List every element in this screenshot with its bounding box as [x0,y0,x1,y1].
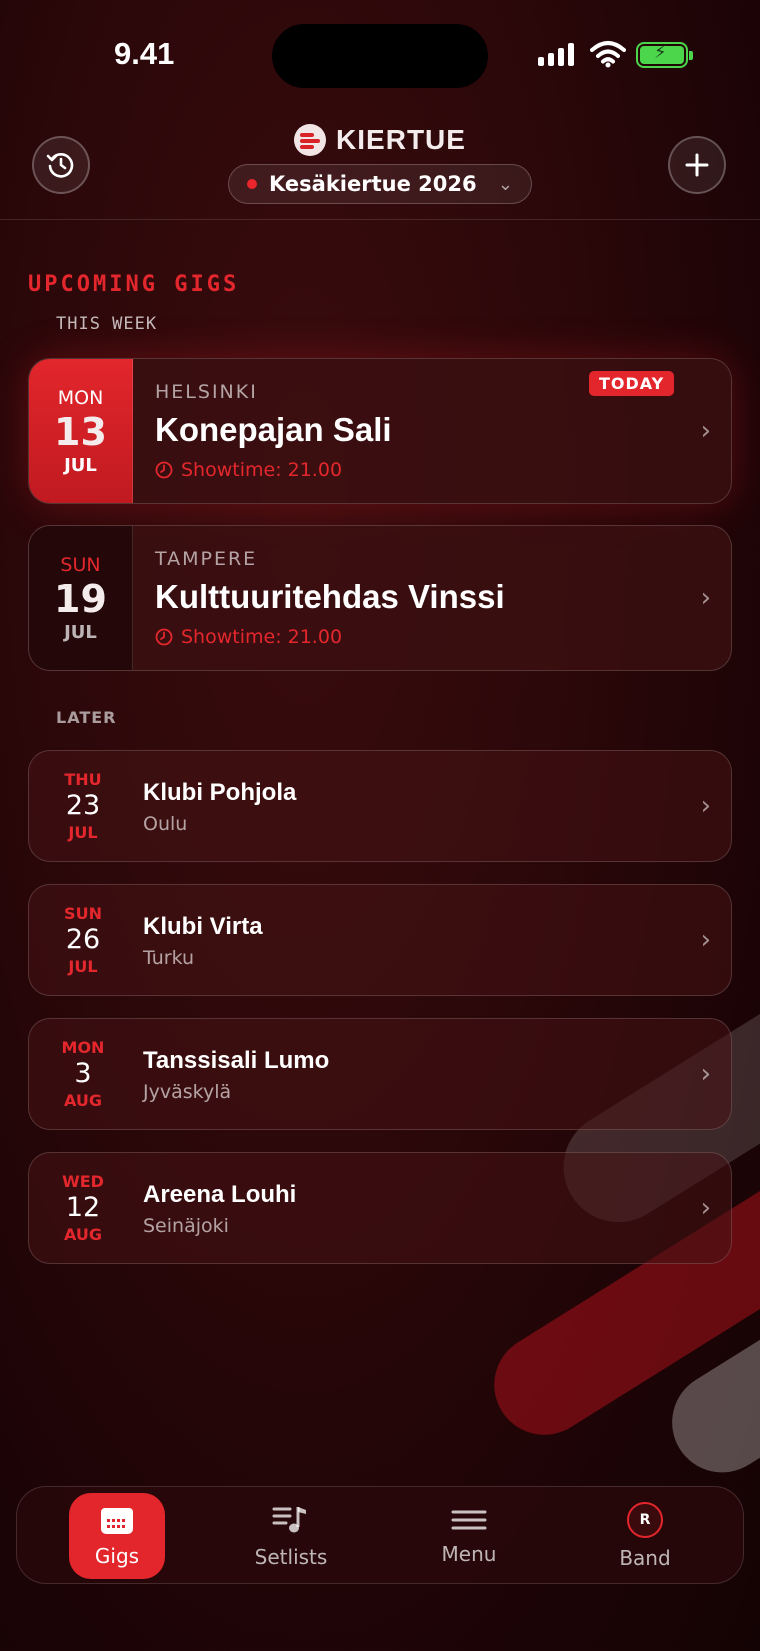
gig-list-item[interactable]: THU 23 JUL Klubi Pohjola Oulu › [28,750,732,862]
battery-charging-icon [636,42,693,68]
chevron-right-icon: › [700,1059,711,1089]
gig-city: TAMPERE [155,548,258,570]
gig-day: 3 [74,1058,92,1089]
tour-name: Kesäkiertue 2026 [269,172,477,196]
gig-city: Seinäjoki [143,1215,229,1237]
gig-showtime: Showtime: 21.00 [155,459,342,481]
gig-weekday: WED [62,1172,104,1191]
later-label: LATER [56,708,117,727]
gig-venue: Klubi Pohjola [143,779,297,806]
plus-icon [685,153,709,177]
cellular-signal-icon [538,42,574,66]
tab-setlists[interactable]: Setlists [243,1493,339,1579]
tab-gigs[interactable]: Gigs [69,1493,165,1579]
calendar-icon [101,1508,133,1534]
chevron-right-icon: › [700,416,711,446]
today-badge: TODAY [589,371,675,396]
gig-city: Turku [143,947,195,969]
gig-month: JUL [68,957,98,976]
add-gig-button[interactable] [668,136,726,194]
tab-label: Menu [441,1542,497,1566]
dynamic-island [272,24,488,88]
tab-label: Setlists [254,1545,328,1569]
gig-date: SUN 26 JUL [41,885,125,995]
setlist-icon [272,1507,306,1533]
gig-venue: Tanssisali Lumo [143,1047,330,1074]
tour-selector[interactable]: Kesäkiertue 2026 ⌄ [228,164,532,204]
gig-list-item[interactable]: MON 3 AUG Tanssisali Lumo Jyväskylä › [28,1018,732,1130]
gig-date: THU 23 JUL [41,751,125,861]
gig-list-item[interactable]: SUN 26 JUL Klubi Virta Turku › [28,884,732,996]
status-time: 9.41 [114,36,175,71]
tab-label: Band [619,1546,671,1570]
tab-bar: Gigs Setlists Menu R Band [16,1486,744,1584]
gig-day: 26 [65,924,101,955]
gig-venue: Kulttuuritehdas Vinssi [155,578,505,615]
gig-venue: Areena Louhi [143,1181,297,1208]
kiertue-logo [294,124,327,156]
section-title: UPCOMING GIGS [28,272,240,297]
gig-city: HELSINKI [155,381,258,403]
gig-day: 23 [65,790,101,821]
chevron-right-icon: › [700,925,711,955]
gig-weekday: SUN [60,553,101,576]
wifi-icon [590,41,626,68]
gig-list-item[interactable]: WED 12 AUG Areena Louhi Seinäjoki › [28,1152,732,1264]
gig-day: 19 [54,576,107,621]
chevron-down-icon: ⌄ [497,173,513,195]
gig-month: JUL [64,621,97,643]
brand: KIERTUE [0,124,760,156]
gig-city: Oulu [143,813,188,835]
gig-weekday: MON [57,386,104,409]
gig-day: 12 [65,1192,101,1223]
active-dot [247,179,257,189]
tab-label: Gigs [94,1544,140,1568]
showtime-text: Showtime: 21.00 [181,626,343,648]
gig-month: AUG [63,1091,102,1110]
clock-icon [155,628,173,646]
gig-month: AUG [63,1225,102,1244]
gig-card[interactable]: SUN 19 JUL TAMPERE Kulttuuritehdas Vinss… [28,525,732,671]
gig-day: 13 [54,409,107,454]
tab-band[interactable]: R Band [597,1493,693,1579]
chevron-right-icon: › [700,791,711,821]
showtime-text: Showtime: 21.00 [181,459,343,481]
avatar: R [627,1502,663,1538]
gig-month: JUL [68,823,98,842]
gig-weekday: THU [64,770,102,789]
gig-city: Jyväskylä [143,1081,232,1103]
this-week-label: THIS WEEK [56,314,158,334]
status-bar: 9.41 [0,0,760,110]
gig-weekday: MON [61,1038,105,1057]
brand-name: KIERTUE [336,124,466,155]
gig-date: MON 3 AUG [41,1019,125,1129]
gig-venue: Klubi Virta [143,913,263,940]
menu-icon [451,1510,487,1530]
tab-menu[interactable]: Menu [421,1493,517,1579]
gig-card-today[interactable]: MON 13 JUL HELSINKI TODAY Konepajan Sali… [28,358,732,504]
app-header: KIERTUE Kesäkiertue 2026 ⌄ [0,110,760,220]
gig-date: WED 12 AUG [41,1153,125,1263]
clock-icon [155,461,173,479]
chevron-right-icon: › [700,1193,711,1223]
gig-weekday: SUN [64,904,102,923]
gig-showtime: Showtime: 21.00 [155,626,342,648]
gig-month: JUL [64,454,97,476]
gig-venue: Konepajan Sali [155,411,392,448]
gig-date: SUN 19 JUL [29,526,133,670]
gig-date: MON 13 JUL [29,359,133,503]
chevron-right-icon: › [700,583,711,613]
